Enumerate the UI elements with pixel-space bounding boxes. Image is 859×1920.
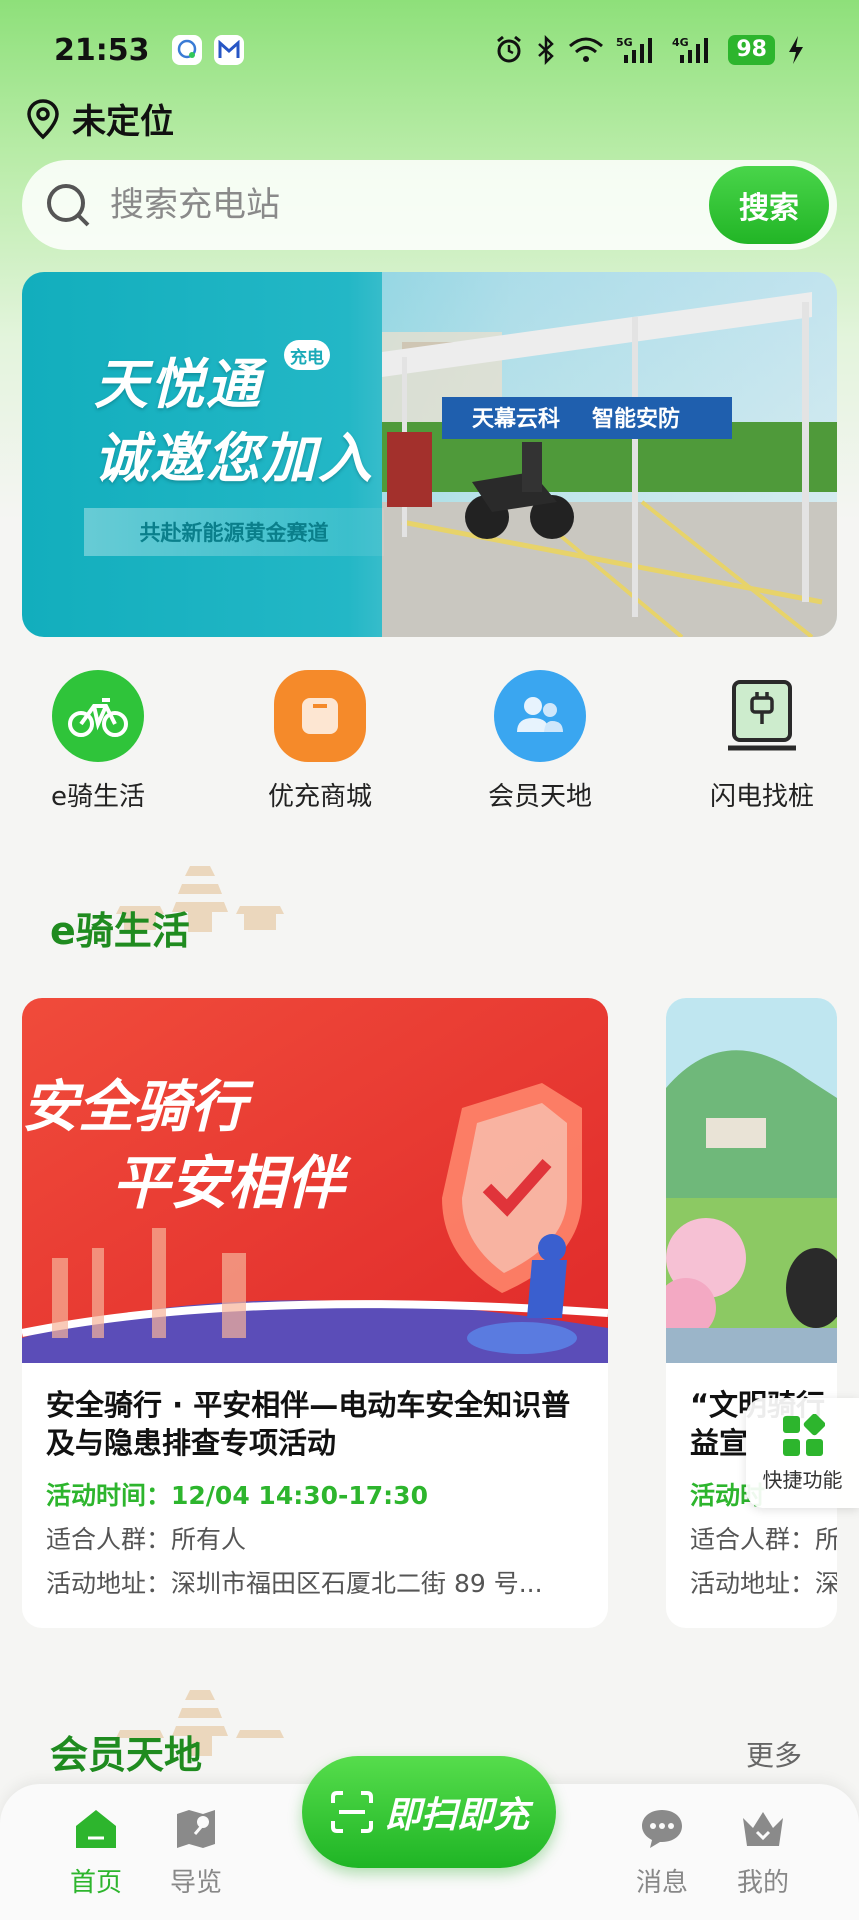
search-icon: [47, 184, 90, 227]
mail-icon: [213, 35, 244, 65]
signal-5g-icon: 5G: [616, 36, 653, 63]
tab-home[interactable]: 首页: [46, 1804, 146, 1899]
location-pin-icon: [27, 98, 59, 139]
quick-nav-members[interactable]: 会员天地: [450, 670, 630, 813]
search-button[interactable]: 搜索: [709, 166, 829, 244]
quick-nav-find-pile[interactable]: 闪电找桩: [672, 670, 852, 813]
charging-pile-icon: [716, 670, 808, 762]
bluetooth-icon: [538, 35, 555, 65]
status-icons: 5G 4G 98: [494, 35, 805, 65]
banner-title-line1: 天悦通: [94, 353, 262, 416]
quick-functions-label: 快捷功能: [762, 1467, 843, 1492]
activity-time-label: 活动时间：: [46, 1481, 172, 1510]
search-bar[interactable]: 搜索: [22, 160, 837, 250]
activity-address: 活动地址：深: [690, 1569, 837, 1598]
activity-image-text2: 平安相伴: [112, 1149, 352, 1217]
quick-nav-label: 闪电找桩: [709, 782, 814, 812]
activity-time-value: 12/04 14:30-17:30: [171, 1481, 428, 1510]
chat-icon: [171, 35, 202, 65]
members-more-link[interactable]: 更多: [746, 1734, 802, 1774]
battery-level: 98: [728, 35, 775, 65]
map-icon: [146, 1804, 246, 1854]
tab-label: 导览: [169, 1868, 222, 1898]
banner-tagline: 共赴新能源黄金赛道: [84, 508, 384, 556]
tab-label: 首页: [69, 1868, 122, 1898]
banner-badge: 充电: [284, 340, 330, 370]
banner-photo: 天幕云科 智能安防: [382, 272, 837, 637]
tab-mine[interactable]: 我的: [713, 1804, 813, 1899]
signal-4g-icon: 4G: [672, 36, 709, 63]
quick-nav-label: 优充商城: [267, 782, 372, 812]
charging-bolt-icon: [789, 36, 803, 64]
activity-crowd: 适合人群：所: [690, 1525, 837, 1554]
quick-nav-eride[interactable]: e骑生活: [8, 670, 188, 813]
location-label: 未定位: [72, 102, 174, 142]
location-selector[interactable]: 未定位: [24, 94, 174, 143]
activity-crowd: 适合人群：所有人: [46, 1525, 247, 1554]
banner-sign-text2: 智能安防: [592, 406, 680, 432]
quick-nav-label: e骑生活: [51, 782, 145, 812]
tab-messages[interactable]: 消息: [612, 1804, 712, 1899]
status-time: 21:53: [54, 32, 150, 68]
status-bar: 21:53 5G 4G 98: [0, 0, 859, 100]
quick-functions-button[interactable]: 快捷功能: [746, 1398, 859, 1508]
activity-title: 安全骑行 · 平安相伴—电动车安全知识普及与隐患排查专项活动: [46, 1388, 571, 1460]
scan-to-charge-button[interactable]: 即扫即充: [302, 1756, 556, 1868]
quick-nav: e骑生活 优充商城 会员天地 闪电找桩: [0, 670, 859, 820]
scan-icon: [330, 1791, 373, 1833]
quick-nav-label: 会员天地: [487, 782, 592, 812]
tab-label: 我的: [736, 1868, 789, 1898]
section-title-members: 会员天地: [50, 1733, 203, 1777]
svg-text:4G: 4G: [672, 36, 689, 49]
activity-card[interactable]: 安全骑行 平安相伴 安全骑行 · 平安相伴—电动车安全知识普及与隐患排查专项活动…: [22, 998, 608, 1628]
quick-nav-mall[interactable]: 优充商城: [230, 670, 410, 813]
activity-address: 活动地址：深圳市福田区石厦北二街 89 号...: [46, 1569, 543, 1598]
bicycle-icon: [52, 670, 144, 762]
grid-icon: [782, 1413, 825, 1456]
section-title-eride: e骑生活: [50, 909, 190, 953]
shopping-bag-icon: [274, 670, 366, 762]
activity-card-image: 安全骑行 平安相伴: [22, 998, 608, 1363]
promo-banner[interactable]: 天幕云科 智能安防 天悦通 充电 诚邀您加入 共赴新能源黄金赛道: [22, 272, 837, 637]
banner-title-line2: 诚邀您加入: [94, 427, 374, 490]
alarm-icon: [497, 35, 522, 63]
members-icon: [494, 670, 586, 762]
activity-image-text1: 安全骑行: [22, 1075, 254, 1140]
chat-bubble-icon: [612, 1804, 712, 1854]
tab-label: 消息: [635, 1868, 688, 1898]
tab-guide[interactable]: 导览: [146, 1804, 246, 1899]
banner-sign-text1: 天幕云科: [472, 407, 560, 432]
activity-card[interactable]: “文明骑行 益宣 活动时 适合人群：所 活动地址：深: [666, 998, 837, 1628]
scan-button-label: 即扫即充: [384, 1795, 529, 1836]
wifi-icon: [569, 37, 604, 62]
home-icon: [46, 1804, 146, 1854]
activity-time: 活动时间：12/04 14:30-17:30: [46, 1476, 428, 1512]
crown-icon: [713, 1804, 813, 1854]
activity-card-image: [666, 998, 837, 1363]
svg-text:5G: 5G: [616, 36, 633, 49]
